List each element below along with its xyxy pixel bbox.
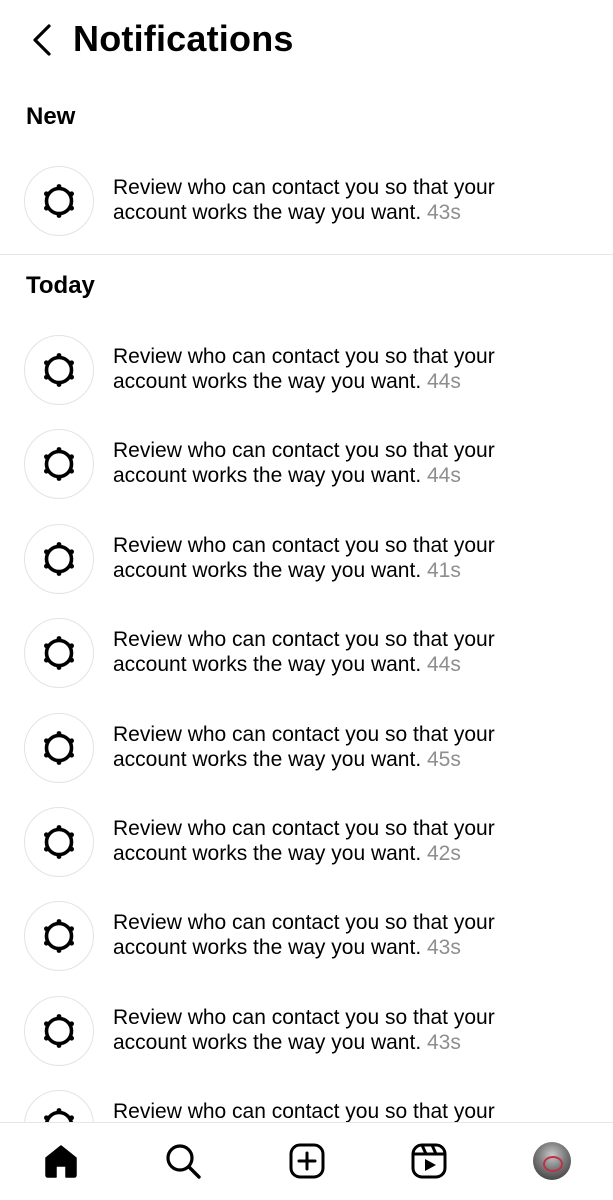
notification-avatar [24, 524, 94, 594]
create-icon [289, 1143, 325, 1179]
notification-text: Review who can contact you so that your a… [113, 627, 583, 677]
notification-line-2: account works the way you want. [113, 370, 422, 393]
gear-icon [44, 353, 74, 387]
notification-avatar [24, 335, 94, 405]
notification-item[interactable]: Review who can contact you so that your a… [0, 901, 613, 977]
notification-time: 41s [427, 559, 461, 582]
notification-line-2: account works the way you want. [113, 559, 422, 582]
notification-line-1: Review who can contact you so that your [113, 817, 495, 840]
page-title: Notifications [73, 18, 294, 59]
notification-line-1: Review who can contact you so that your [113, 1100, 495, 1123]
notification-item[interactable]: Review who can contact you so that your a… [0, 429, 613, 505]
notification-item[interactable]: Review who can contact you so that your a… [0, 996, 613, 1072]
nav-profile[interactable] [532, 1141, 572, 1181]
notification-line-2: account works the way you want. [113, 842, 422, 865]
notification-line-1: Review who can contact you so that your [113, 628, 495, 651]
notification-line-1: Review who can contact you so that your [113, 345, 495, 368]
gear-icon [44, 447, 74, 481]
section-divider [0, 254, 613, 255]
notification-line-1: Review who can contact you so that your [113, 911, 495, 934]
notification-text: Review who can contact you so that your [113, 1099, 583, 1124]
notification-line-2: account works the way you want. [113, 748, 422, 771]
notifications-screen: Notifications New Review who can contact… [0, 0, 613, 1200]
notification-avatar [24, 713, 94, 783]
bottom-nav [0, 1122, 613, 1200]
notification-line-2: account works the way you want. [113, 464, 422, 487]
notification-time: 42s [427, 842, 461, 865]
notification-time: 44s [427, 464, 461, 487]
header: Notifications [0, 0, 613, 82]
notification-line-1: Review who can contact you so that your [113, 723, 495, 746]
notification-text: Review who can contact you so that your a… [113, 722, 583, 772]
nav-home[interactable] [41, 1141, 81, 1181]
notification-avatar [24, 996, 94, 1066]
notification-item[interactable]: Review who can contact you so that your a… [0, 524, 613, 600]
notification-text: Review who can contact you so that your … [113, 175, 583, 225]
notification-time: 44s [427, 370, 461, 393]
gear-icon [44, 184, 74, 218]
section-title-new: New [26, 103, 76, 130]
gear-icon [44, 636, 74, 670]
notification-time: 44s [427, 653, 461, 676]
notification-line-1: Review who can contact you so that your [113, 1006, 495, 1029]
notification-line-2: account works the way you want. [113, 201, 422, 224]
notification-line-2: account works the way you want. [113, 653, 422, 676]
gear-icon [44, 731, 74, 765]
notification-item[interactable]: Review who can contact you so that your a… [0, 807, 613, 883]
notification-avatar [24, 807, 94, 877]
gear-icon [44, 919, 74, 953]
notification-text: Review who can contact you so that your a… [113, 1005, 583, 1055]
notification-time: 43s [427, 201, 461, 224]
notification-time: 45s [427, 748, 461, 771]
notification-avatar [24, 166, 94, 236]
notification-item[interactable]: Review who can contact you so that your a… [0, 335, 613, 411]
notification-line-1: Review who can contact you so that your [113, 439, 495, 462]
home-icon [45, 1145, 77, 1178]
reels-icon [411, 1143, 447, 1179]
profile-avatar [533, 1142, 571, 1180]
nav-search[interactable] [163, 1141, 203, 1181]
notification-line-1: Review who can contact you so that your [113, 176, 495, 199]
notification-text: Review who can contact you so that your a… [113, 344, 583, 394]
notification-avatar [24, 429, 94, 499]
notification-avatar [24, 901, 94, 971]
notification-item[interactable]: Review who can contact you so that your a… [0, 713, 613, 789]
notification-text: Review who can contact you so that your a… [113, 816, 583, 866]
nav-reels[interactable] [409, 1141, 449, 1181]
section-title-today: Today [26, 272, 95, 299]
notification-text: Review who can contact you so that your a… [113, 438, 583, 488]
notification-item[interactable]: Review who can contact you so that your … [0, 166, 613, 242]
notification-line-2: account works the way you want. [113, 1031, 422, 1054]
notification-item[interactable]: Review who can contact you so that your a… [0, 618, 613, 694]
notification-time: 43s [427, 936, 461, 959]
chevron-left-icon [33, 24, 51, 56]
notification-avatar [24, 618, 94, 688]
notification-text: Review who can contact you so that your a… [113, 910, 583, 960]
notification-text: Review who can contact you so that your a… [113, 533, 583, 583]
notification-line-2: account works the way you want. [113, 936, 422, 959]
nav-create[interactable] [287, 1141, 327, 1181]
gear-icon [44, 542, 74, 576]
gear-icon [44, 825, 74, 859]
gear-icon [44, 1014, 74, 1048]
search-icon [166, 1144, 201, 1179]
notification-line-1: Review who can contact you so that your [113, 534, 495, 557]
back-button[interactable] [26, 20, 62, 60]
notification-time: 43s [427, 1031, 461, 1054]
